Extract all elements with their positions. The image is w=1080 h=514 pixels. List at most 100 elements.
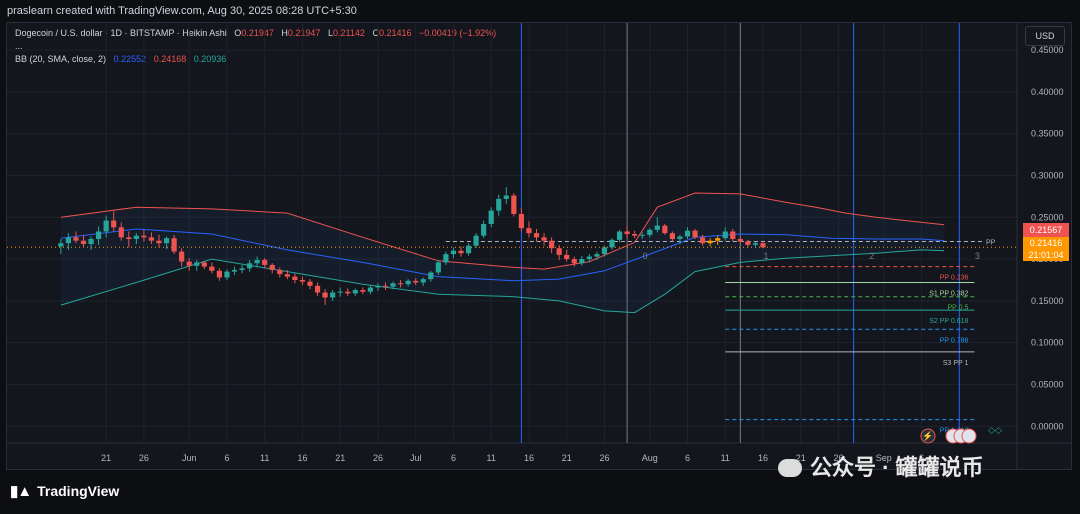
candle-body [450, 250, 457, 255]
candle-body [216, 270, 222, 278]
tradingview-logo-icon: ▮▲ [10, 483, 32, 500]
candle-body [284, 274, 290, 277]
candle-body [73, 237, 79, 241]
candle-body [398, 283, 404, 285]
candle-body [352, 290, 358, 294]
candle-body [654, 225, 660, 230]
candle-body [579, 259, 585, 264]
candle-body [496, 198, 502, 211]
price-chart[interactable]: 0.450000.400000.350000.300000.250000.200… [7, 23, 1071, 469]
candle-body [148, 237, 155, 241]
x-tick-label: 21 [562, 453, 572, 463]
bb-last-badge: 0.21567 [1023, 223, 1069, 237]
candle-body [707, 240, 713, 244]
candle-body [632, 234, 638, 236]
watermark: 公众号 · 罐罐说币 [778, 450, 984, 482]
candle-body [58, 243, 64, 247]
flag-event-icon [961, 428, 977, 444]
candle-body [669, 233, 675, 240]
candle-body [88, 239, 94, 245]
watermark-text: 公众号 · 罐罐说币 [810, 455, 984, 480]
candle-body [601, 247, 608, 255]
candle-body [209, 266, 215, 271]
candle-body [594, 254, 600, 257]
candle-body [201, 262, 207, 267]
candle-body [737, 239, 743, 242]
x-tick-label: Jul [410, 453, 422, 463]
candle-body [360, 290, 366, 292]
candle-body [314, 285, 321, 293]
candle-body [518, 213, 524, 229]
x-tick-label: 26 [599, 453, 609, 463]
candle-body [307, 281, 313, 286]
y-tick-label: 0.35000 [1031, 129, 1064, 139]
candle-body [126, 237, 132, 240]
candle-body [277, 269, 283, 275]
candle-body [715, 238, 721, 241]
brand-name: TradingView [37, 483, 120, 499]
candle-body [511, 195, 517, 214]
x-tick-label: 21 [335, 453, 345, 463]
x-tick-label: 16 [758, 453, 768, 463]
candle-body [65, 237, 71, 244]
candle-body [96, 231, 102, 240]
candle-body [586, 256, 592, 260]
candle-body [118, 227, 124, 238]
pivot-period-number: 2 [869, 251, 874, 261]
candle-body [299, 279, 306, 282]
candle-body [639, 234, 645, 236]
last-price-badge: 0.21416 21:01:04 [1023, 237, 1069, 261]
candle-body [111, 220, 117, 228]
candle-body [624, 231, 630, 234]
candle-body [692, 230, 698, 238]
candle-body [254, 259, 260, 264]
y-tick-label: 0.10000 [1031, 338, 1064, 348]
candle-body [473, 235, 479, 246]
candle-body [194, 262, 200, 266]
candle-body [700, 237, 706, 244]
last-price: 0.21416 [1029, 238, 1063, 248]
candle-body [556, 248, 562, 255]
pivot-period-number: 3 [975, 251, 980, 261]
candle-body [382, 285, 389, 287]
candle-body [322, 292, 328, 298]
tradingview-logo[interactable]: ▮▲ TradingView [10, 482, 119, 500]
x-tick-label: 11 [260, 453, 269, 463]
y-tick-label: 0.30000 [1031, 170, 1064, 180]
candle-body [269, 264, 275, 270]
y-tick-label: 0.40000 [1031, 87, 1064, 97]
candle-body [443, 254, 449, 263]
candle-body [609, 239, 615, 248]
candle-body [616, 231, 623, 240]
candle-body [239, 268, 245, 270]
candle-body [156, 240, 162, 244]
pivot-level-label: PP 0.236 [940, 275, 969, 282]
candle-body [163, 238, 170, 244]
attribution-bar: praslearn created with TradingView.com, … [0, 0, 1080, 22]
candle-body [677, 236, 683, 240]
candle-body [730, 231, 736, 240]
candle-body [262, 259, 268, 265]
bar-countdown: 21:01:04 [1028, 250, 1064, 260]
candle-body [662, 225, 668, 234]
lightning-icon-glyph: ⚡ [922, 430, 933, 442]
chart-panel[interactable]: Dogecoin / U.S. dollar · 1D · BITSTAMP ·… [6, 22, 1072, 470]
candle-body [435, 262, 441, 273]
x-tick-label: Jun [182, 453, 197, 463]
pivot-level-label: PP 0.786 [940, 337, 969, 344]
candle-body [133, 235, 139, 240]
candle-body [428, 272, 434, 280]
pivot-level-label: PP [986, 240, 996, 247]
candle-body [745, 241, 751, 245]
pivot-level-label: PP 0.5 [948, 305, 969, 312]
candle-body [413, 280, 419, 283]
candle-body [367, 287, 373, 292]
candle-body [722, 231, 728, 239]
candle-body [465, 245, 472, 254]
x-tick-label: 16 [297, 453, 307, 463]
candle-body [247, 263, 253, 269]
candle-body [526, 228, 532, 234]
x-tick-label: 6 [451, 453, 456, 463]
candle-body [647, 229, 653, 235]
candle-body [458, 250, 464, 254]
